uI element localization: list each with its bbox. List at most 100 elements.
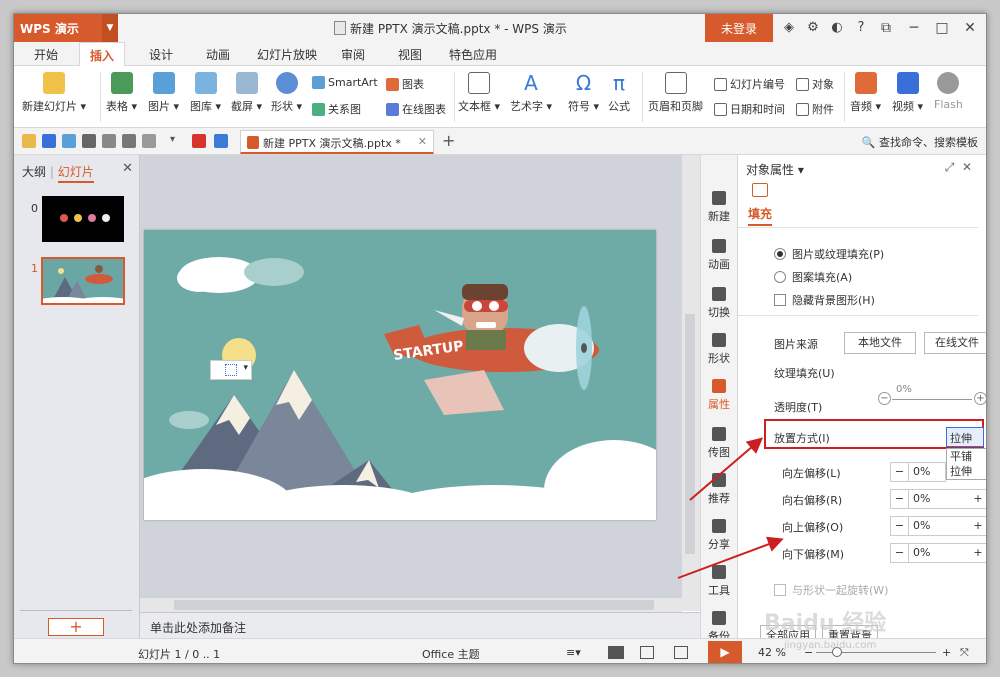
tab-slides[interactable]: 幻灯片 — [57, 165, 94, 183]
minus-icon[interactable]: − — [891, 517, 909, 535]
document-tab[interactable]: 新建 PPTX 演示文稿.pptx * ✕ — [240, 130, 434, 154]
symbol-button[interactable]: Ω 符号 ▾ — [568, 72, 599, 114]
close-panel-icon[interactable]: ✕ — [122, 161, 133, 176]
object-button[interactable]: 对象 — [796, 76, 834, 92]
minus-icon[interactable]: − — [891, 490, 909, 508]
rotate-with-shape-option[interactable]: 与形状一起旋转(W) — [774, 582, 888, 598]
hide-background-option[interactable]: 隐藏背景图形(H) — [774, 292, 875, 308]
app-logo-button[interactable]: WPS 演示 ▼ — [14, 14, 118, 42]
panel-title[interactable]: 对象属性 ▾ — [746, 161, 804, 178]
tab-outline[interactable]: 大纲 — [22, 165, 46, 179]
screenshot-button[interactable]: 截屏 ▾ — [231, 72, 262, 114]
open-icon[interactable] — [22, 134, 36, 148]
close-panel-icon[interactable]: ✕ — [962, 160, 972, 174]
option-stretch[interactable]: 拉伸 — [947, 464, 986, 479]
slide-thumbnail-0[interactable] — [42, 196, 124, 242]
minimize-button[interactable]: ─ — [900, 14, 928, 42]
video-button[interactable]: 视频 ▾ — [892, 72, 923, 114]
hide-background-checkbox[interactable] — [774, 294, 786, 306]
skin-icon[interactable]: ◈ — [780, 19, 798, 37]
dock-icon[interactable]: ⤢ — [945, 160, 955, 174]
tab-design[interactable]: 设计 — [149, 46, 173, 63]
normal-view-icon[interactable] — [608, 646, 624, 659]
tab-view[interactable]: 视图 — [398, 46, 422, 63]
local-file-button[interactable]: 本地文件 — [844, 332, 916, 354]
slide-thumbnail-1[interactable] — [41, 257, 125, 305]
offset-right-stepper[interactable]: −0% + — [890, 489, 986, 509]
option-tile[interactable]: 平铺 — [947, 449, 986, 464]
transparency-increase-button[interactable]: + — [974, 392, 986, 405]
login-button[interactable]: 未登录 — [705, 14, 773, 42]
undo-icon[interactable] — [122, 134, 136, 148]
share-icon[interactable]: ◐ — [828, 19, 846, 37]
picture-fill-option[interactable]: 图片或纹理填充(P) — [774, 246, 884, 262]
new-slide-button[interactable]: 新建幻灯片 ▾ — [22, 72, 86, 114]
table-button[interactable]: 表格 ▾ — [106, 72, 137, 114]
slide-sorter-icon[interactable] — [640, 646, 654, 659]
online-chart-button[interactable]: 在线图表 — [386, 101, 446, 117]
close-tab-icon[interactable]: ✕ — [418, 135, 427, 148]
transparency-slider[interactable] — [892, 399, 972, 400]
offset-down-stepper[interactable]: −0% + — [890, 543, 986, 563]
shapes-button[interactable]: 形状 ▾ — [271, 72, 302, 114]
chart-button[interactable]: 图表 — [386, 76, 424, 92]
tab-review[interactable]: 审阅 — [341, 46, 365, 63]
help-icon[interactable]: ? — [852, 19, 870, 37]
offset-left-stepper[interactable]: −0% — [890, 462, 946, 482]
sidebar-item-properties[interactable]: 属性 — [701, 379, 737, 412]
chevron-down-icon[interactable]: ▼ — [102, 14, 118, 42]
redo-icon[interactable] — [142, 134, 156, 148]
audio-button[interactable]: 音频 ▾ — [850, 72, 881, 114]
plus-icon[interactable]: + — [969, 517, 986, 535]
pattern-fill-radio[interactable] — [774, 271, 786, 283]
minus-icon[interactable]: − — [891, 544, 909, 562]
texture-dropdown[interactable]: ▾ — [210, 360, 252, 380]
export-pdf-icon[interactable] — [62, 134, 76, 148]
slide-number-button[interactable]: 幻灯片编号 — [714, 76, 785, 92]
customize-dropdown-icon[interactable]: ▾ — [170, 134, 184, 148]
attachment-button[interactable]: 附件 — [796, 101, 834, 117]
add-slide-button[interactable]: + — [48, 618, 104, 636]
sidebar-item-animation[interactable]: 动画 — [701, 239, 737, 272]
picture-button[interactable]: 图片 ▾ — [148, 72, 179, 114]
preview-icon[interactable] — [102, 134, 116, 148]
sidebar-item-transition[interactable]: 切换 — [701, 287, 737, 320]
add-tab-icon[interactable]: + — [442, 131, 455, 150]
close-button[interactable]: ✕ — [956, 14, 984, 42]
restore-tab-icon[interactable]: ⧉ — [872, 14, 900, 42]
plus-icon[interactable]: + — [969, 544, 986, 562]
settings-icon[interactable]: ⚙ — [804, 19, 822, 37]
picture-fill-radio[interactable] — [774, 248, 786, 260]
search-commands[interactable]: 🔍 查找命令、搜索模板 — [862, 134, 978, 150]
sidebar-item-share[interactable]: 分享 — [701, 519, 737, 552]
print-icon[interactable] — [82, 134, 96, 148]
wordart-button[interactable]: A 艺术字 ▾ — [510, 72, 552, 114]
cube-icon[interactable] — [214, 134, 228, 148]
tab-slideshow[interactable]: 幻灯片放映 — [257, 46, 317, 63]
smartart-button[interactable]: SmartArt — [312, 76, 378, 89]
notes-area[interactable]: 单击此处添加备注 — [140, 612, 700, 638]
placement-dropdown[interactable]: 拉伸 — [946, 427, 984, 447]
play-slideshow-button[interactable]: ▶ — [708, 641, 742, 663]
rotate-with-shape-checkbox[interactable] — [774, 584, 786, 596]
flash-button[interactable]: Flash — [934, 72, 963, 111]
formula-button[interactable]: π 公式 — [608, 72, 630, 114]
horizontal-scroll-thumb[interactable] — [174, 600, 654, 610]
header-footer-button[interactable]: 页眉和页脚 — [648, 72, 703, 114]
tab-fill[interactable]: 填充 — [748, 205, 773, 226]
gallery-button[interactable]: 图库 ▾ — [190, 72, 221, 114]
wps-w-icon[interactable] — [192, 134, 206, 148]
textbox-button[interactable]: 文本框 ▾ — [458, 72, 500, 114]
offset-up-stepper[interactable]: −0% + — [890, 516, 986, 536]
sidebar-item-upload-image[interactable]: 传图 — [701, 427, 737, 460]
maximize-button[interactable]: □ — [928, 14, 956, 42]
tab-features[interactable]: 特色应用 — [449, 46, 497, 63]
vertical-scroll-thumb[interactable] — [685, 314, 695, 554]
sidebar-item-recommend[interactable]: 推荐 — [701, 473, 737, 506]
datetime-button[interactable]: 日期和时间 — [714, 101, 785, 117]
minus-icon[interactable]: − — [891, 463, 909, 481]
relation-button[interactable]: 关系图 — [312, 101, 361, 117]
sidebar-item-shape[interactable]: 形状 — [701, 333, 737, 366]
sidebar-item-new[interactable]: 新建 — [701, 191, 737, 224]
save-icon[interactable] — [42, 134, 56, 148]
